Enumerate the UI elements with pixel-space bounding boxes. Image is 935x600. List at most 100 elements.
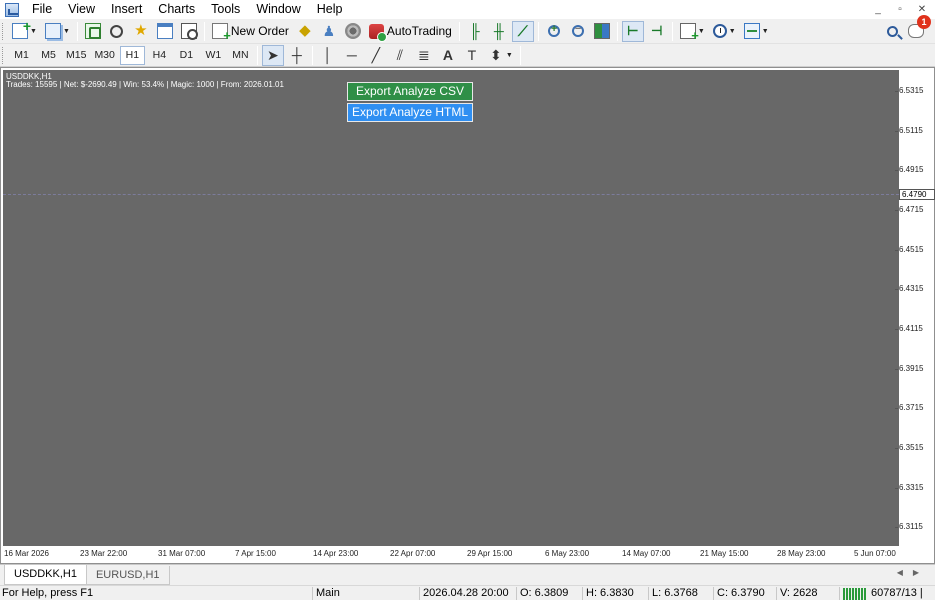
chevron-down-icon: ▼ [761, 27, 769, 35]
menu-tools[interactable]: Tools [204, 0, 249, 19]
profiles-icon [44, 23, 61, 39]
trendline-tool[interactable]: ╱ [365, 45, 387, 66]
timeframe-m30[interactable]: M30 [91, 46, 117, 65]
arrows-tool[interactable]: ⬍ ▼ [485, 45, 516, 66]
toolbar-separator [76, 21, 78, 41]
line-chart-button[interactable]: ⟋ [511, 20, 534, 42]
cursor-tool[interactable]: ➤ [261, 44, 284, 66]
text-label-tool[interactable]: T [461, 45, 483, 66]
channel-icon: ⫽ [396, 47, 403, 63]
export-analyze-html-button[interactable]: Export Analyze HTML [347, 103, 473, 122]
tab-eurusd-h1[interactable]: EURUSD,H1 [85, 566, 170, 585]
data-window-button[interactable] [106, 21, 128, 42]
status-datetime: 2026.04.28 20:00 [423, 587, 509, 599]
menu-window[interactable]: Window [249, 0, 309, 19]
timeframe-m1[interactable]: M1 [9, 46, 34, 65]
tile-windows-button[interactable] [591, 21, 613, 42]
terminal-button[interactable] [154, 21, 176, 42]
export-analyze-csv-button[interactable]: Export Analyze CSV [347, 82, 473, 101]
timeframe-m5[interactable]: M5 [36, 46, 61, 65]
timeframe-m15[interactable]: M15 [63, 46, 89, 65]
price-tick: 6.3315 [894, 483, 924, 492]
messages-button[interactable]: 1 [905, 14, 931, 42]
timeframe-d1[interactable]: D1 [174, 46, 199, 65]
notification-badge: 1 [917, 14, 931, 29]
status-separator [312, 587, 313, 600]
bar-chart-button[interactable]: ╟ [464, 21, 486, 42]
timeframe-h4[interactable]: H4 [147, 46, 172, 65]
status-help: For Help, press F1 [2, 587, 94, 599]
community-button[interactable]: ♟ [318, 21, 340, 42]
menu-charts[interactable]: Charts [151, 0, 204, 19]
time-axis[interactable]: 16 Mar 2026 23 Mar 22:00 31 Mar 07:00 7 … [3, 546, 899, 562]
app-icon[interactable] [5, 2, 19, 17]
minimize-button[interactable]: _ [867, 4, 889, 15]
new-chart-button[interactable]: ▼ [9, 18, 40, 42]
text-icon: A [442, 47, 453, 63]
new-order-button[interactable]: New Order [209, 21, 292, 43]
crosshair-tool[interactable]: ┼ [286, 45, 308, 66]
profiles-button[interactable]: ▼ [42, 21, 73, 42]
price-tick: 6.3515 [894, 443, 924, 452]
timeframe-h1[interactable]: H1 [119, 45, 145, 65]
toolbar-grip[interactable] [2, 46, 5, 64]
tab-scroll-arrows[interactable]: ◀▶ [897, 568, 929, 577]
navigator-button[interactable]: ★ [130, 21, 152, 42]
templates-button[interactable]: ▼ [741, 21, 772, 42]
autotrading-label: AutoTrading [386, 24, 452, 38]
candlestick-icon: ╫ [493, 23, 504, 39]
menu-insert[interactable]: Insert [104, 0, 151, 19]
toolbar-grip[interactable] [2, 22, 5, 40]
indicators-button[interactable]: ▼ [677, 21, 708, 43]
strategy-tester-button[interactable] [178, 21, 200, 42]
close-button[interactable]: ✕ [911, 4, 933, 15]
vertical-line-icon: │ [323, 47, 333, 63]
search-button[interactable] [881, 21, 903, 42]
zoom-in-icon [547, 23, 560, 37]
toolbar-separator [537, 21, 539, 41]
bar-chart-icon: ╟ [469, 23, 480, 39]
status-separator [776, 587, 777, 600]
horizontal-line-tool[interactable]: ─ [341, 45, 363, 66]
menu-view[interactable]: View [61, 0, 104, 19]
status-separator [582, 587, 583, 600]
chart-plot-area[interactable] [3, 70, 899, 546]
chart-shift-button[interactable]: ⊣ [646, 21, 668, 42]
status-volume: V: 2628 [780, 587, 818, 599]
price-axis[interactable]: 6.5315 6.5115 6.4915 6.4715 6.4515 6.431… [894, 70, 935, 546]
timeframe-mn[interactable]: MN [228, 46, 253, 65]
zoom-out-button[interactable] [567, 21, 589, 42]
time-tick: 22 Apr 07:00 [390, 549, 436, 558]
autotrading-button[interactable]: AutoTrading [366, 21, 455, 42]
menu-help[interactable]: Help [310, 0, 352, 19]
chevron-down-icon: ▼ [30, 27, 37, 35]
metaeditor-button[interactable]: ◆ [294, 21, 316, 42]
tile-windows-icon [593, 23, 610, 39]
time-tick: 14 May 07:00 [622, 549, 671, 558]
zoom-in-button[interactable] [543, 21, 565, 42]
fibonacci-icon: ≣ [418, 47, 430, 63]
restore-button[interactable]: ▫ [889, 4, 911, 15]
menu-file[interactable]: File [25, 0, 61, 19]
vertical-line-tool[interactable]: │ [317, 45, 339, 66]
price-tick: 6.5115 [895, 126, 923, 135]
market-watch-button[interactable] [82, 21, 104, 42]
chevron-down-icon: ▼ [62, 27, 70, 35]
time-tick: 7 Apr 15:00 [235, 549, 276, 558]
periods-button[interactable]: ▼ [710, 21, 739, 42]
signals-button[interactable] [342, 21, 364, 42]
window-icon [156, 23, 173, 39]
fibonacci-tool[interactable]: ≣ [413, 45, 435, 66]
status-bar: For Help, press F1 Main 2026.04.28 20:00… [0, 585, 935, 600]
status-close: C: 6.3790 [717, 587, 765, 599]
price-tick: 6.4515 [894, 245, 924, 254]
text-tool[interactable]: A [437, 45, 459, 66]
equidistant-channel-tool[interactable]: ⫽ [389, 45, 411, 66]
zoom-out-icon [571, 23, 584, 37]
timeframe-w1[interactable]: W1 [201, 46, 226, 65]
price-tick: 6.3115 [895, 522, 923, 531]
autoscroll-button[interactable]: ⊢ [621, 20, 644, 42]
tab-usddkk-h1[interactable]: USDDKK,H1 [4, 565, 87, 585]
candlesticks-button[interactable]: ╫ [488, 21, 510, 42]
current-price-line [3, 194, 899, 195]
